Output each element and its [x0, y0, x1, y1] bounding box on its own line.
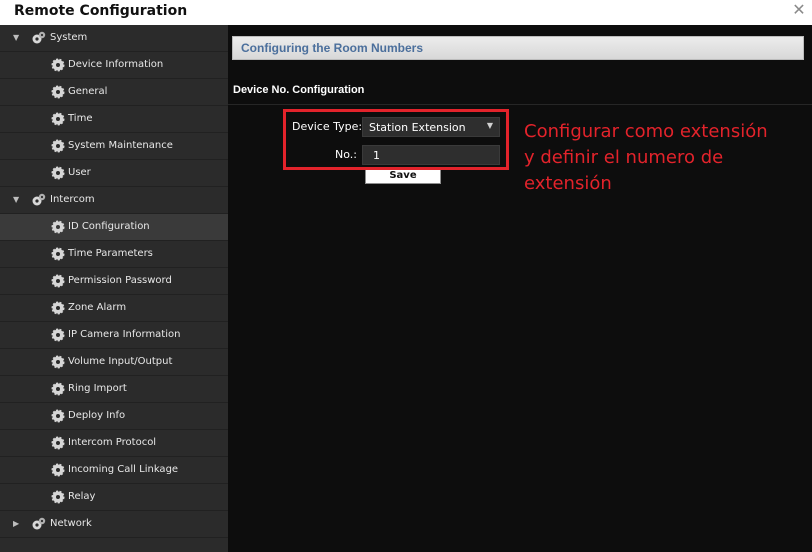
- section-header: Configuring the Room Numbers: [232, 36, 804, 60]
- annotation-text: Configurar como extensión y definir el n…: [524, 119, 812, 197]
- annotation-line: y definir el numero de: [524, 147, 724, 168]
- sidebar-item-ring-import[interactable]: Ring Import: [0, 376, 228, 403]
- window-title: Remote Configuration: [14, 3, 188, 19]
- sidebar-item-volume-input-output[interactable]: Volume Input/Output: [0, 349, 228, 376]
- sidebar-item-label: ID Configuration: [68, 221, 150, 232]
- gear-group-icon: [32, 517, 46, 530]
- gear-icon: [51, 139, 65, 153]
- sidebar-item-label: Intercom Protocol: [68, 437, 157, 448]
- sidebar-item-label: User: [68, 167, 91, 178]
- sidebar-group-system[interactable]: ▼ System: [0, 25, 228, 52]
- sidebar: ▼ System Device Information General Time…: [0, 25, 228, 552]
- annotation-line: Configurar como extensión: [524, 121, 768, 142]
- sidebar-item-general[interactable]: General: [0, 79, 228, 106]
- gear-icon: [51, 274, 65, 288]
- sidebar-group-network[interactable]: ▶ Network: [0, 511, 228, 538]
- sidebar-item-time-parameters[interactable]: Time Parameters: [0, 241, 228, 268]
- chevron-down-icon[interactable]: ▼: [13, 195, 19, 204]
- sidebar-item-label: System Maintenance: [68, 140, 173, 151]
- gear-icon: [51, 355, 65, 369]
- gear-icon: [51, 436, 65, 450]
- gear-icon: [51, 409, 65, 423]
- main-panel: Configuring the Room Numbers Device No. …: [228, 25, 812, 552]
- divider: [228, 104, 812, 105]
- gear-icon: [51, 58, 65, 72]
- highlight-box: [283, 109, 509, 170]
- gear-icon: [51, 328, 65, 342]
- gear-icon: [51, 490, 65, 504]
- gear-icon: [51, 301, 65, 315]
- sidebar-group-label: Network: [50, 518, 92, 529]
- gear-icon: [51, 247, 65, 261]
- gear-icon: [51, 463, 65, 477]
- gear-icon: [51, 382, 65, 396]
- sidebar-item-ip-camera-information[interactable]: IP Camera Information: [0, 322, 228, 349]
- sidebar-item-id-configuration[interactable]: ID Configuration: [0, 214, 228, 241]
- chevron-down-icon[interactable]: ▼: [13, 33, 19, 42]
- gear-icon: [51, 220, 65, 234]
- close-icon[interactable]: ✕: [790, 0, 808, 20]
- sidebar-item-label: Volume Input/Output: [68, 356, 173, 367]
- sidebar-item-label: Time Parameters: [68, 248, 153, 259]
- sidebar-item-device-information[interactable]: Device Information: [0, 52, 228, 79]
- chevron-right-icon[interactable]: ▶: [13, 519, 19, 528]
- sidebar-item-label: Relay: [68, 491, 96, 502]
- sidebar-item-label: Permission Password: [68, 275, 172, 286]
- gear-icon: [51, 112, 65, 126]
- annotation-line: extensión: [524, 173, 612, 194]
- sidebar-item-label: Deploy Info: [68, 410, 126, 421]
- sidebar-item-time[interactable]: Time: [0, 106, 228, 133]
- gear-group-icon: [32, 31, 46, 44]
- sidebar-item-system-maintenance[interactable]: System Maintenance: [0, 133, 228, 160]
- sidebar-item-label: Zone Alarm: [68, 302, 127, 313]
- sidebar-item-relay[interactable]: Relay: [0, 484, 228, 511]
- sidebar-item-label: Time: [68, 113, 93, 124]
- sidebar-item-deploy-info[interactable]: Deploy Info: [0, 403, 228, 430]
- section-title: Configuring the Room Numbers: [241, 41, 423, 55]
- gear-icon: [51, 85, 65, 99]
- sidebar-item-label: IP Camera Information: [68, 329, 181, 340]
- sidebar-group-intercom[interactable]: ▼ Intercom: [0, 187, 228, 214]
- save-button[interactable]: Save: [365, 168, 441, 184]
- gear-group-icon: [32, 193, 46, 206]
- sidebar-item-intercom-protocol[interactable]: Intercom Protocol: [0, 430, 228, 457]
- sidebar-item-label: Device Information: [68, 59, 164, 70]
- sidebar-item-incoming-call-linkage[interactable]: Incoming Call Linkage: [0, 457, 228, 484]
- sidebar-item-permission-password[interactable]: Permission Password: [0, 268, 228, 295]
- device-no-configuration-title: Device No. Configuration: [233, 84, 365, 96]
- sidebar-group-label: Intercom: [50, 194, 95, 205]
- window-titlebar: Remote Configuration ✕: [0, 0, 812, 25]
- sidebar-item-label: Incoming Call Linkage: [68, 464, 179, 475]
- sidebar-item-label: Ring Import: [68, 383, 127, 394]
- sidebar-item-user[interactable]: User: [0, 160, 228, 187]
- sidebar-group-label: System: [50, 32, 88, 43]
- sidebar-item-label: General: [68, 86, 108, 97]
- gear-icon: [51, 166, 65, 180]
- sidebar-item-zone-alarm[interactable]: Zone Alarm: [0, 295, 228, 322]
